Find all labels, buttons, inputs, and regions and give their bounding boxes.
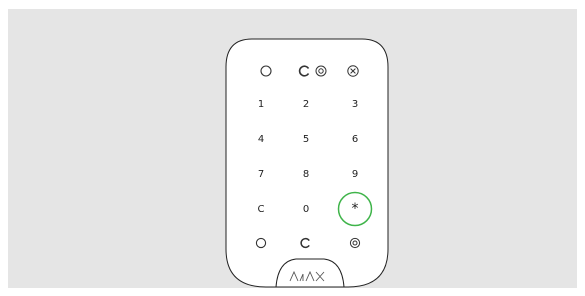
key-star[interactable]: * [338,197,372,221]
night-mode-icon[interactable] [313,63,329,79]
partial-arm-icon[interactable] [298,235,314,251]
key-6[interactable]: 6 [338,127,372,151]
key-7[interactable]: 7 [244,162,278,186]
key-8[interactable]: 8 [289,162,323,186]
ring-arm-icon[interactable] [258,63,274,79]
night-mode-icon[interactable] [347,235,363,251]
partial-arm-icon[interactable] [297,63,313,79]
keypad-device: 1 2 3 4 5 6 7 8 9 C 0 * [224,37,390,291]
key-clear[interactable]: C [244,197,278,221]
key-4[interactable]: 4 [244,127,278,151]
ring-arm-icon[interactable] [253,235,269,251]
key-3[interactable]: 3 [338,92,372,116]
key-1[interactable]: 1 [244,92,278,116]
key-0[interactable]: 0 [289,197,323,221]
key-5[interactable]: 5 [289,127,323,151]
key-9[interactable]: 9 [338,162,372,186]
disarm-x-icon[interactable] [345,63,361,79]
key-2[interactable]: 2 [289,92,323,116]
background-panel: 1 2 3 4 5 6 7 8 9 C 0 * [8,9,577,288]
ajax-logo [289,270,325,282]
